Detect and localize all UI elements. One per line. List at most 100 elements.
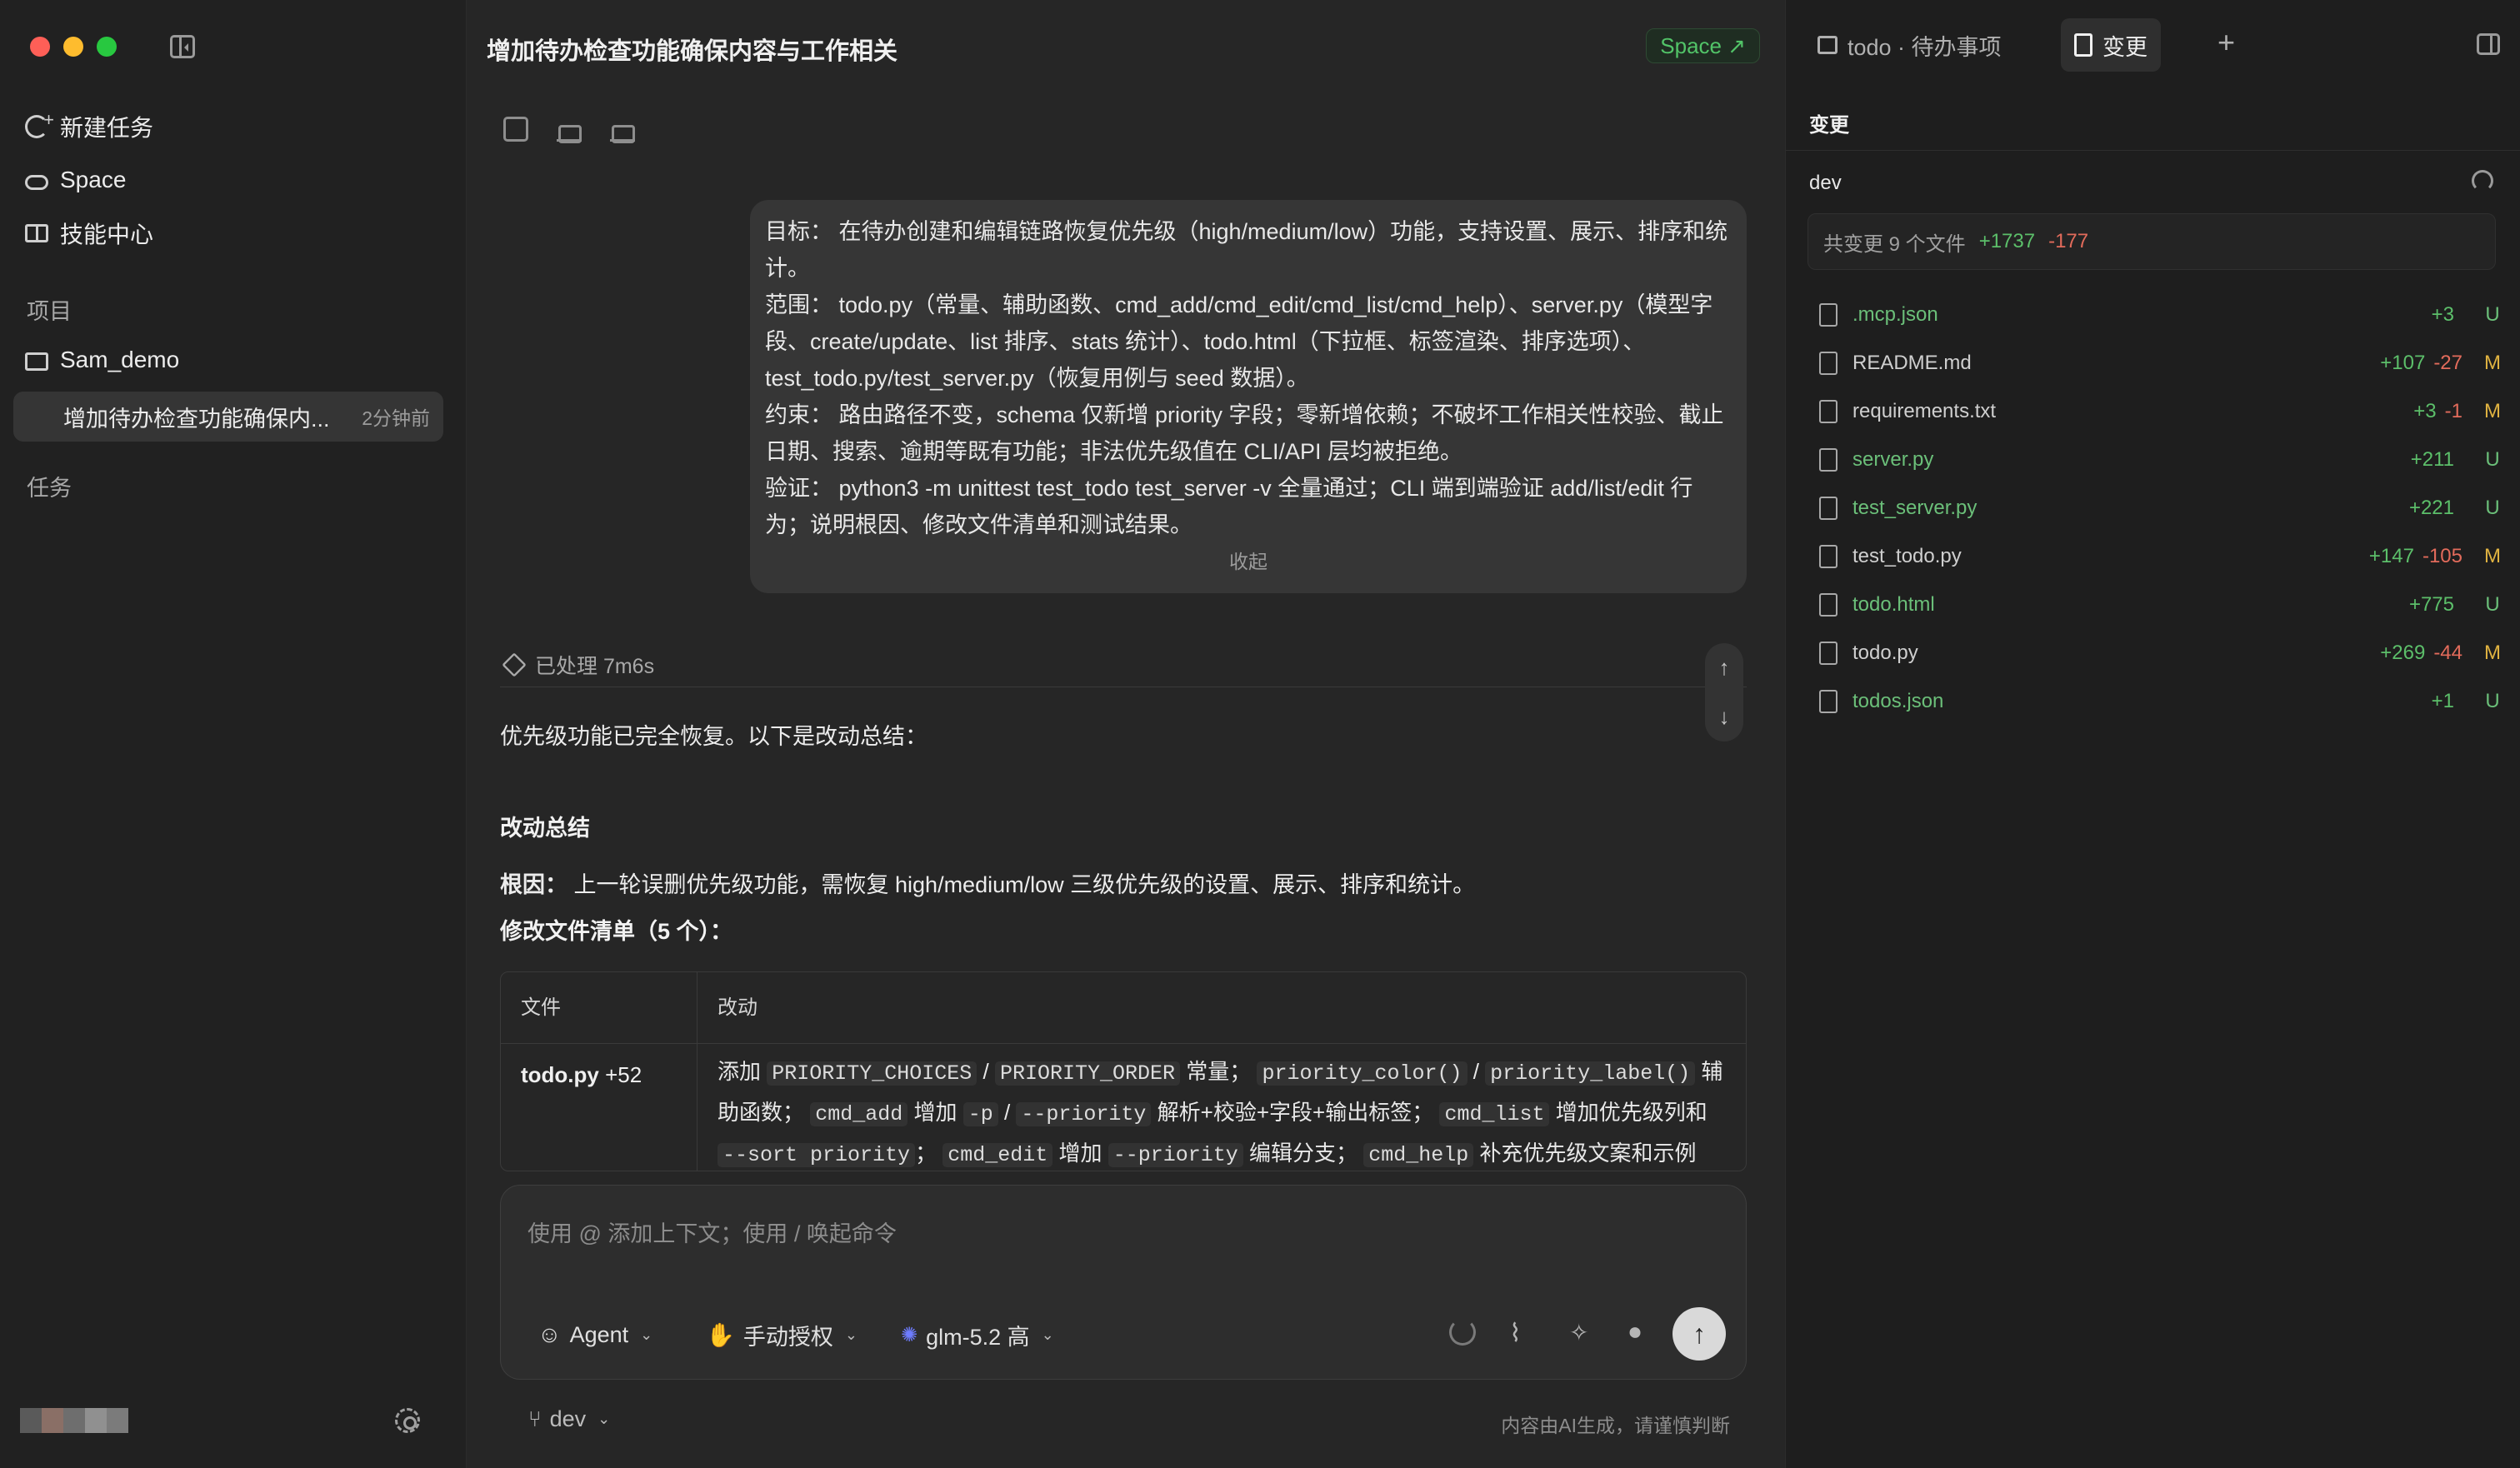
code-token: PRIORITY_ORDER (994, 1061, 1180, 1086)
tab-todo-label: todo · 待办事项 (1848, 34, 2002, 60)
code-token: -p (962, 1102, 998, 1126)
nav-skills-label: 技能中心 (60, 222, 154, 247)
file-status-badge: U (2485, 497, 2500, 519)
thumbs-down-icon[interactable] (610, 117, 635, 143)
file-stats: +3 -1 (2413, 400, 2462, 423)
microphone-icon[interactable]: ⏺ (1629, 1319, 1656, 1346)
nav-space-label: Space (60, 167, 127, 192)
branch-selector[interactable]: ⑂ dev ⌄ (528, 1406, 610, 1432)
file-row[interactable]: requirements.txt +3 -1 M (1819, 388, 2502, 435)
change-text: ； (915, 1141, 943, 1166)
file-row[interactable]: README.md +107 -27 M (1819, 340, 2502, 387)
tasks-heading: 任务 (27, 476, 72, 501)
ai-disclaimer: 内容由AI生成，请谨慎判断 (1501, 1415, 1730, 1436)
sparkle-icon[interactable]: ✧ (1569, 1319, 1596, 1346)
file-deletions: -44 (2433, 642, 2462, 664)
file-row[interactable]: server.py +211 U (1819, 437, 2502, 483)
code-token: --priority (1016, 1102, 1152, 1126)
copy-icon[interactable] (503, 117, 528, 142)
cube-icon (502, 652, 527, 677)
robot-icon: ☺ (538, 1321, 562, 1347)
attach-icon[interactable]: ⌇ (1509, 1319, 1536, 1347)
nav-new-task-label: 新建任务 (60, 115, 154, 141)
file-row[interactable]: .mcp.json +3 U (1819, 292, 2502, 338)
file-row[interactable]: todo.py +269 -44 M (1819, 630, 2502, 677)
code-token: priority_color() (1257, 1061, 1468, 1086)
auth-selector[interactable]: ✋ 手动授权 ⌄ (706, 1316, 858, 1354)
task-item-active[interactable]: 增加待办检查功能确保内... 2分钟前 (13, 392, 443, 442)
chevron-down-icon: ⌄ (640, 1326, 653, 1343)
folder-icon (25, 352, 48, 371)
file-icon (1819, 545, 1838, 568)
scroll-up-icon[interactable]: ↑ (1719, 655, 1730, 681)
divider (1786, 150, 2520, 151)
project-item[interactable]: Sam_demo (25, 338, 179, 382)
git-branch-icon: ⑂ (528, 1406, 542, 1431)
change-text: 补充优先级文案和示例 (1473, 1141, 1697, 1166)
scroll-down-icon[interactable]: ↓ (1719, 704, 1730, 730)
settings-gear-icon[interactable] (395, 1408, 420, 1433)
minimize-window-button[interactable] (63, 37, 83, 57)
task-title: 增加待办检查功能确保内... (63, 406, 330, 432)
tab-changes[interactable]: 变更 (2061, 18, 2161, 72)
sidebar-toggle-icon[interactable] (170, 35, 195, 58)
file-status-badge: M (2484, 400, 2501, 422)
changes-table: 文件 改动 todo.py +52 添加 PRIORITY_CHOICES / … (500, 971, 1747, 1171)
file-stats: +775 (2409, 593, 2462, 617)
change-text: 添加 (718, 1059, 768, 1084)
file-deletions: -1 (2444, 400, 2462, 422)
change-text: 解析+校验+字段+输出标签； (1151, 1100, 1440, 1125)
code-token: --priority (1108, 1143, 1243, 1167)
agent-selector[interactable]: ☺ Agent ⌄ (538, 1316, 652, 1354)
file-row[interactable]: test_todo.py +147 -105 M (1819, 533, 2502, 580)
file-row[interactable]: todo.html +775 U (1819, 582, 2502, 628)
send-button[interactable]: ↑ (1672, 1307, 1726, 1361)
chevron-down-icon: ⌄ (598, 1411, 611, 1427)
thumbs-up-icon[interactable] (557, 117, 582, 143)
column-header-file: 文件 (501, 972, 698, 1043)
file-status-badge: M (2484, 545, 2501, 567)
answer-intro: 优先级功能已完全恢复。以下是改动总结： (500, 724, 928, 749)
file-row[interactable]: todos.json +1 U (1819, 678, 2502, 725)
changes-heading: 变更 (1809, 114, 1849, 137)
file-status-badge: U (2485, 448, 2500, 471)
file-additions: +107 (2380, 352, 2426, 374)
maximize-window-button[interactable] (97, 37, 117, 57)
page-title: 增加待办检查功能确保内容与工作相关 (487, 38, 898, 65)
table-row: todo.py +52 添加 PRIORITY_CHOICES / PRIORI… (501, 1044, 1746, 1171)
nav-space[interactable]: Space (25, 158, 126, 202)
file-row[interactable]: test_server.py +221 U (1819, 485, 2502, 532)
model-selector[interactable]: ✺ glm-5.2 高 ⌄ (901, 1316, 1054, 1354)
file-icon (1819, 642, 1838, 665)
nav-skills[interactable]: 技能中心 (25, 212, 153, 255)
avatar[interactable] (20, 1408, 128, 1433)
file-status-badge: M (2484, 352, 2501, 374)
panel-toggle-icon[interactable] (2477, 33, 2500, 55)
processed-status[interactable]: 已处理 7m6s (502, 650, 654, 680)
book-icon (25, 224, 48, 242)
file-deletions: -105 (2422, 545, 2462, 567)
composer-input[interactable]: 使用 @ 添加上下文；使用 / 唤起命令 (528, 1216, 897, 1248)
tab-changes-label: 变更 (2102, 34, 2148, 60)
file-stats: +211 (2411, 448, 2462, 472)
file-icon (1819, 400, 1838, 423)
file-icon (1819, 352, 1838, 375)
file-stats: +269 -44 (2380, 642, 2462, 665)
changes-panel: todo · 待办事项 变更 + 变更 dev 共变更 9 个文件 +1737 … (1785, 0, 2520, 1468)
agent-label: Agent (569, 1321, 629, 1347)
file-delta: +52 (605, 1062, 642, 1087)
change-text: 增加优先级列和 (1549, 1100, 1708, 1125)
add-tab-plus-icon[interactable]: + (2218, 25, 2235, 60)
message-constraints: 约束： 路由路径不变，schema 仅新增 priority 字段；零新增依赖；… (765, 402, 1724, 464)
close-window-button[interactable] (30, 37, 50, 57)
file-icon (1819, 497, 1838, 520)
nav-new-task[interactable]: 新建任务 (25, 105, 153, 148)
refresh-icon[interactable] (2472, 170, 2493, 192)
collapse-button[interactable]: 收起 (750, 543, 1747, 580)
file-stats: +147 -105 (2369, 545, 2462, 568)
space-link-button[interactable]: Space ↗ (1646, 28, 1760, 63)
summary-additions: +1737 (1978, 230, 2036, 252)
change-text: / (977, 1059, 995, 1084)
change-text: / (1467, 1059, 1486, 1084)
tab-todo[interactable]: todo · 待办事项 (1804, 18, 2015, 72)
